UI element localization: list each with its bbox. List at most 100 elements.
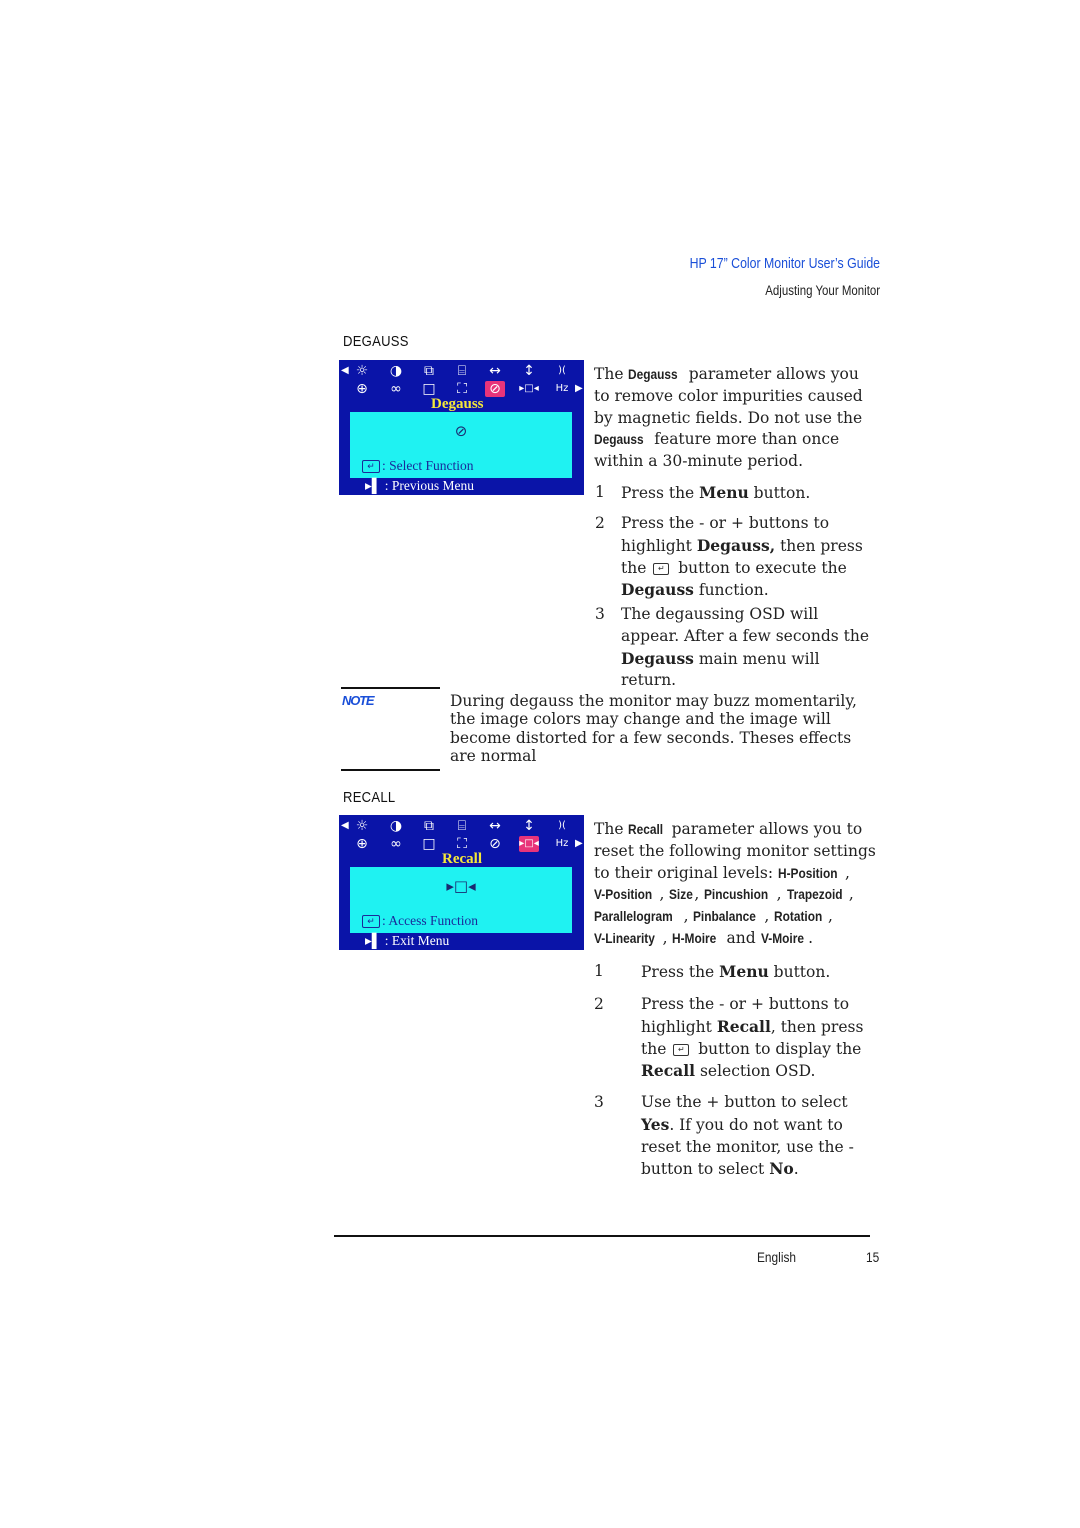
pincushion-icon: )(: [558, 365, 566, 376]
bold-term: Recall: [641, 1061, 696, 1081]
rotation-icon: ⊕: [356, 836, 368, 852]
step-number: 1: [595, 483, 605, 501]
osd-exit-menu: ▸▌ : Exit Menu: [365, 933, 449, 949]
degauss-heading: DEGAUSS: [343, 334, 409, 350]
brightness-icon: ☼: [355, 818, 369, 834]
osd-access-function: ↵: Access Function: [362, 913, 478, 929]
osd-previous-menu: ▸▌ : Previous Menu: [365, 478, 474, 494]
osd-right-arrow-icon: ▶: [575, 383, 583, 394]
bold-term: Recall: [628, 821, 664, 837]
osd-select-function: ↵: Select Function: [362, 458, 474, 474]
recall-icon: ▸□◂: [446, 877, 476, 895]
osd-footer-text: : Exit Menu: [384, 933, 450, 948]
bold-term: Parallelogram: [594, 908, 673, 925]
size-icon: ⛶: [457, 381, 467, 397]
step-number: 3: [595, 605, 605, 623]
bold-term: H-Moire: [672, 929, 717, 946]
bold-term: Degauss: [594, 431, 644, 448]
contrast-icon: ◑: [389, 818, 403, 834]
bold-term: V-Moire: [760, 929, 804, 946]
enter-button-icon: ↵: [673, 1043, 690, 1056]
v-position-icon: ⌸: [457, 818, 467, 834]
osd-left-arrow-icon: ◀: [341, 820, 349, 831]
osd-left-arrow-icon: ◀: [341, 365, 349, 376]
enter-key-icon: ↵: [362, 460, 380, 474]
h-size-icon: ↔: [489, 363, 501, 379]
enter-key-icon: ↵: [362, 915, 380, 929]
bold-term: Degauss: [621, 648, 694, 668]
page-number: 15: [866, 1249, 880, 1265]
enter-button-icon: ↵: [653, 562, 670, 575]
bold-term: Pinbalance: [693, 908, 757, 925]
h-position-icon: ⧉: [424, 363, 434, 379]
osd-panel: ⊘ ↵: Select Function: [350, 412, 572, 478]
step-text: Press the - or + buttons to highlight Re…: [641, 995, 864, 1081]
moire-icon: ∞: [390, 836, 402, 852]
degauss-icon: ⊘: [485, 381, 505, 397]
note-top-rule: [341, 687, 440, 689]
frequency-icon: Hz: [555, 838, 569, 849]
exit-door-icon: ▸▌: [365, 478, 382, 493]
section-subtitle: Adjusting Your Monitor: [765, 283, 880, 298]
note-text: During degauss the monitor may buzz mome…: [450, 692, 857, 765]
recall-heading: RECALL: [343, 790, 396, 806]
bold-term: H-Position: [777, 864, 838, 881]
note-label: NOTE: [342, 693, 375, 708]
h-size-icon: ↔: [489, 818, 501, 834]
bold-term: Rotation: [774, 908, 823, 925]
bold-term: Recall: [716, 1016, 771, 1036]
degauss-icon: ⊘: [454, 422, 468, 440]
frequency-icon: Hz: [555, 383, 569, 394]
osd-panel-text: : Select Function: [382, 458, 474, 473]
note-bottom-rule: [341, 769, 440, 771]
degauss-icon: ⊘: [489, 836, 501, 852]
bold-term: Pincushion: [704, 886, 769, 903]
osd-right-arrow-icon: ▶: [575, 838, 583, 849]
size-icon: ⛶: [457, 836, 467, 852]
step-number: 3: [594, 1093, 604, 1111]
footer-language: English: [757, 1249, 797, 1265]
step-text: Use the + button to select Yes. If you d…: [641, 1093, 854, 1179]
step-number: 2: [594, 995, 604, 1013]
moire-icon: ∞: [390, 381, 402, 397]
osd-panel: ▸□◂ ↵: Access Function: [350, 867, 572, 933]
footer-rule: [334, 1235, 870, 1237]
bold-term: Menu: [719, 962, 769, 981]
bold-term: Size: [669, 886, 694, 903]
contrast-icon: ◑: [389, 363, 403, 379]
brightness-icon: ☼: [355, 363, 369, 379]
h-position-icon: ⧉: [424, 818, 434, 834]
v-position-icon: ⌸: [457, 363, 467, 379]
bold-term: Degauss: [621, 580, 694, 600]
v-size-icon: ↕: [523, 818, 535, 834]
trapezoid-icon: □: [422, 381, 436, 397]
step-text: Press the Menu button.: [641, 962, 831, 981]
bold-term: Menu: [699, 483, 749, 502]
osd-footer-text: : Previous Menu: [384, 478, 474, 493]
recall-osd-screenshot: ☼ ◑ ⧉ ⌸ ↔ ↕)(⊕ ∞ □ ⛶ ⊘ ▸□◂ Hz ◀ ▶ Recall ▸□◂ ↵: Acces…: [339, 815, 584, 950]
step-text: Press the - or + buttons to highlight De…: [621, 514, 863, 600]
bold-term: Degauss,: [696, 535, 776, 555]
step-text: Press the Menu button.: [621, 483, 811, 502]
recall-intro: The Recall parameter allows you to reset…: [594, 819, 879, 950]
document-title: HP 17” Color Monitor User’s Guide: [689, 256, 880, 272]
bold-term: V-Position: [594, 886, 653, 903]
step-number: 2: [595, 514, 605, 532]
step-text: The degaussing OSD will appear. After a …: [621, 605, 870, 690]
bold-term: V-Linearity: [594, 929, 655, 946]
degauss-intro: The Degauss parameter allows you to remo…: [594, 365, 863, 471]
osd-panel-text: : Access Function: [382, 913, 478, 928]
bold-term: Degauss: [628, 366, 679, 382]
recall-icon: ▸□◂: [519, 383, 539, 394]
exit-door-icon: ▸▌: [365, 933, 382, 948]
trapezoid-icon: □: [422, 836, 436, 852]
rotation-icon: ⊕: [356, 381, 368, 397]
bold-term: Yes: [641, 1114, 670, 1134]
recall-icon: ▸□◂: [519, 836, 539, 852]
pincushion-icon: )(: [558, 820, 566, 831]
degauss-osd-screenshot: ☼ ◑ ⧉ ⌸ ↔ ↕)(⊕ ∞ □ ⛶ ⊘ ▸□◂ Hz ◀ ▶ Degauss ⊘ ↵: Select…: [339, 360, 584, 495]
step-number: 1: [594, 962, 604, 980]
bold-term: Trapezoid: [786, 886, 843, 903]
bold-term: No: [769, 1159, 794, 1179]
v-size-icon: ↕: [523, 363, 535, 379]
